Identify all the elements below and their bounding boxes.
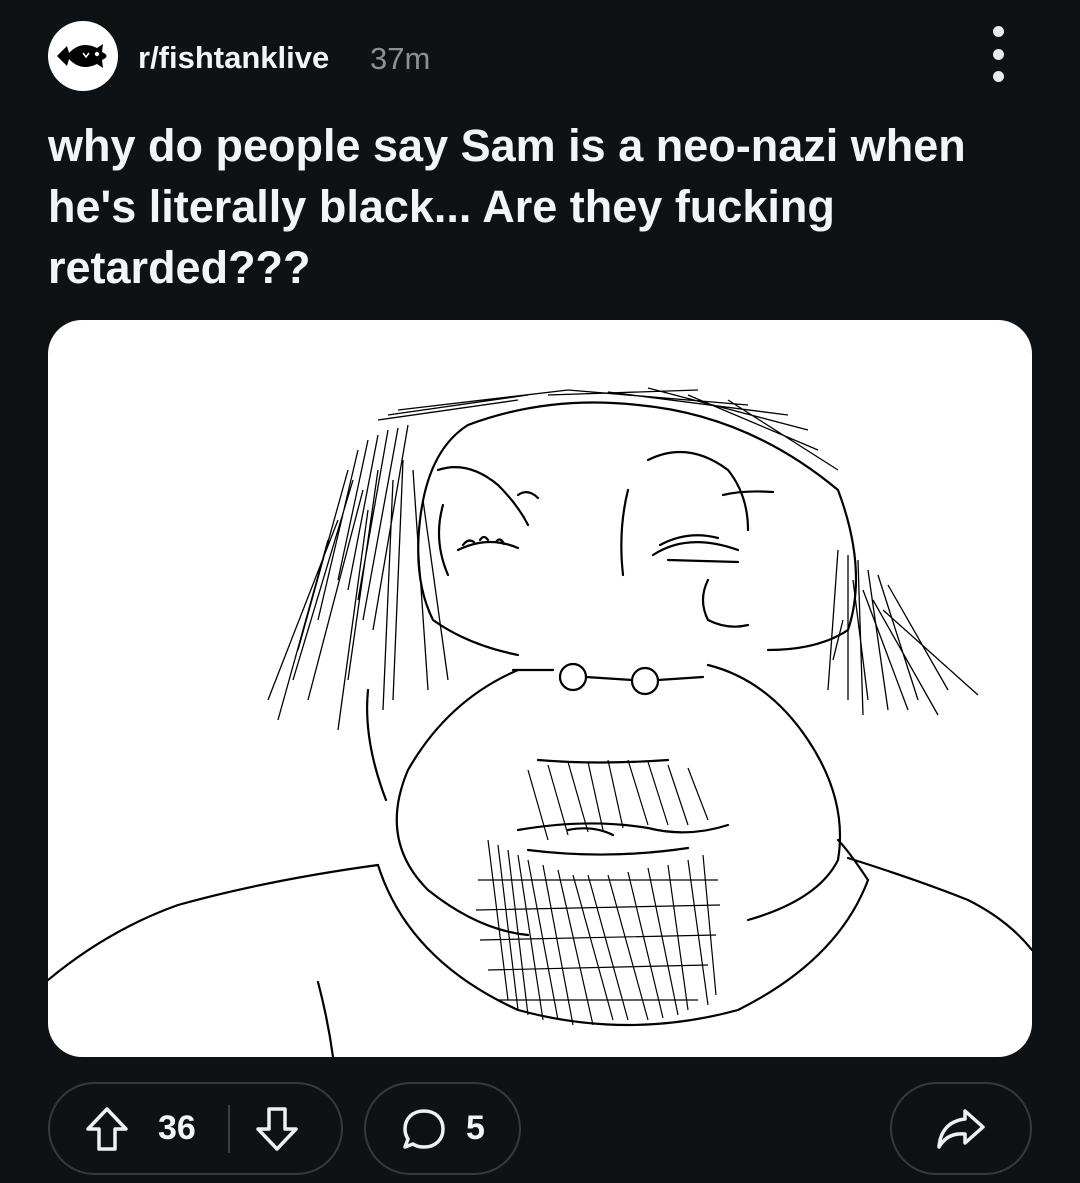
post-header: r/fishtanklive 37m bbox=[48, 20, 1032, 92]
fish-logo-icon bbox=[57, 44, 107, 68]
comment-count: 5 bbox=[466, 1109, 485, 1147]
post-title[interactable]: why do people say Sam is a neo-nazi when… bbox=[48, 115, 1028, 298]
vote-divider bbox=[227, 1104, 230, 1153]
subreddit-avatar[interactable] bbox=[48, 21, 118, 91]
post-image[interactable] bbox=[48, 320, 1032, 1057]
vote-bar: 36 bbox=[48, 1082, 343, 1175]
vote-score: 36 bbox=[158, 1109, 196, 1147]
comment-bubble-icon bbox=[400, 1105, 448, 1153]
downvote-arrow-icon[interactable] bbox=[254, 1105, 300, 1153]
share-arrow-icon bbox=[935, 1107, 987, 1151]
upvote-arrow-icon[interactable] bbox=[84, 1105, 130, 1153]
post-age: 37m bbox=[370, 41, 431, 76]
subreddit-name[interactable]: r/fishtanklive bbox=[138, 40, 329, 76]
more-options-icon[interactable] bbox=[992, 26, 1004, 82]
comment-button[interactable]: 5 bbox=[364, 1082, 521, 1175]
share-button[interactable] bbox=[890, 1082, 1032, 1175]
sketch-drawing bbox=[48, 387, 1032, 1057]
